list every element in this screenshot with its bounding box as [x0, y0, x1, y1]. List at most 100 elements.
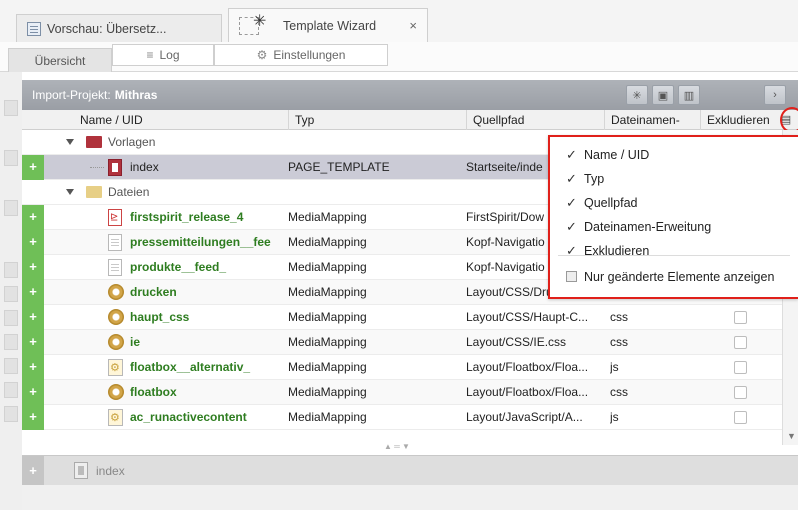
- gutter-icon: [4, 200, 18, 216]
- delete-button[interactable]: ▥: [678, 85, 700, 105]
- tab-log-label: Log: [159, 48, 180, 62]
- row-name: floatbox: [130, 385, 177, 399]
- menu-item-name-uid[interactable]: ✓ Name / UID: [550, 143, 798, 167]
- exclude-checkbox[interactable]: [734, 411, 747, 424]
- menu-item-ext[interactable]: ✓ Dateinamen-Erweitung: [550, 215, 798, 239]
- add-icon[interactable]: +: [22, 305, 44, 330]
- menu-item-label: Name / UID: [584, 148, 650, 162]
- template-icon: [108, 159, 122, 176]
- row-type: MediaMapping: [288, 210, 367, 224]
- table-row[interactable]: + haupt_css MediaMapping Layout/CSS/Haup…: [22, 305, 782, 330]
- scroll-down-icon[interactable]: ▼: [787, 431, 796, 441]
- close-tab-icon[interactable]: ×: [409, 18, 417, 33]
- exclude-checkbox[interactable]: [734, 386, 747, 399]
- css-file-icon: [108, 309, 124, 325]
- template-icon: [74, 462, 88, 479]
- column-ext[interactable]: Dateinamen-: [604, 110, 700, 130]
- checkbox-icon[interactable]: [566, 271, 577, 282]
- column-exclude[interactable]: Exkludieren: [700, 110, 780, 130]
- selection-bar: + index: [22, 455, 798, 486]
- row-source: Layout/JavaScript/A...: [466, 410, 583, 424]
- add-selected-icon[interactable]: +: [22, 456, 44, 486]
- table-row[interactable]: + floatbox MediaMapping Layout/Floatbox/…: [22, 380, 782, 405]
- menu-item-type[interactable]: ✓ Typ: [550, 167, 798, 191]
- exclude-checkbox[interactable]: [734, 311, 747, 324]
- add-icon[interactable]: +: [22, 280, 44, 305]
- row-name: Vorlagen: [108, 135, 156, 149]
- table-row[interactable]: + ac_runactivecontent MediaMapping Layou…: [22, 405, 782, 430]
- menu-item-exclude[interactable]: ✓ Exkludieren: [550, 239, 798, 263]
- exclude-checkbox[interactable]: [734, 361, 747, 374]
- table-row[interactable]: + floatbox__alternativ_ MediaMapping Lay…: [22, 355, 782, 380]
- wizard-subtabs: Übersicht ≡ Log ⚙ Einstellungen: [0, 42, 798, 72]
- gutter-icon: [4, 382, 18, 398]
- tab-settings[interactable]: ⚙ Einstellungen: [214, 44, 388, 66]
- gutter-icon: [4, 334, 18, 350]
- table-header: Name / UID Typ Quellpfad Dateinamen- Exk…: [22, 110, 798, 130]
- table-row[interactable]: + ie MediaMapping Layout/CSS/IE.css css: [22, 330, 782, 355]
- folder-icon: [86, 186, 102, 198]
- pdf-file-icon: [108, 209, 122, 226]
- wizard-button[interactable]: ✳: [626, 85, 648, 105]
- text-file-icon: [108, 259, 122, 276]
- tab-log[interactable]: ≡ Log: [112, 44, 214, 66]
- bottom-area: [22, 485, 798, 510]
- left-gutter: [0, 72, 22, 510]
- add-icon[interactable]: +: [22, 380, 44, 405]
- gutter-icon: [4, 150, 18, 166]
- row-ext: js: [610, 410, 619, 424]
- row-ext: js: [610, 360, 619, 374]
- row-ext: css: [610, 310, 628, 324]
- check-icon: ✓: [566, 147, 577, 162]
- gutter-icon: [4, 286, 18, 302]
- exclude-checkbox[interactable]: [734, 336, 747, 349]
- row-name: Dateien: [108, 185, 150, 199]
- row-name: haupt_css: [130, 310, 190, 324]
- add-icon[interactable]: +: [22, 230, 44, 255]
- column-type[interactable]: Typ: [288, 110, 466, 130]
- tab-template-wizard[interactable]: ✳ Template Wizard ×: [228, 8, 428, 42]
- row-name: index: [130, 160, 159, 174]
- menu-item-label: Quellpfad: [584, 196, 638, 210]
- add-icon[interactable]: +: [22, 255, 44, 280]
- menu-item-only-changed[interactable]: Nur geänderte Elemente anzeigen: [550, 265, 798, 289]
- collapse-icon[interactable]: [66, 139, 74, 145]
- row-source: Layout/CSS/IE.css: [466, 335, 567, 349]
- tab-overview[interactable]: Übersicht: [8, 48, 112, 72]
- row-type: MediaMapping: [288, 410, 367, 424]
- row-name: drucken: [130, 285, 177, 299]
- panel-header: Import-Projekt: Mithras ✳ ▣ ▥ ›: [22, 80, 798, 110]
- row-source: Layout/Floatbox/Floa...: [466, 360, 589, 374]
- add-icon[interactable]: +: [22, 355, 44, 380]
- gutter-icon: [4, 406, 18, 422]
- list-icon: ≡: [146, 48, 154, 62]
- tab-preview[interactable]: Vorschau: Übersetz...: [16, 14, 222, 42]
- row-type: MediaMapping: [288, 360, 367, 374]
- menu-item-source[interactable]: ✓ Quellpfad: [550, 191, 798, 215]
- add-icon[interactable]: +: [22, 330, 44, 355]
- row-source: Layout/Floatbox/Floa...: [466, 385, 589, 399]
- collapse-icon[interactable]: [66, 189, 74, 195]
- text-file-icon: [108, 234, 122, 251]
- row-source: Layout/CSS/Haupt-C...: [466, 310, 589, 324]
- add-icon[interactable]: +: [22, 405, 44, 430]
- magic-wand-icon: ✳: [239, 13, 273, 37]
- save-button[interactable]: ▣: [652, 85, 674, 105]
- document-icon: [27, 21, 41, 36]
- column-source[interactable]: Quellpfad: [466, 110, 604, 130]
- menu-item-label: Nur geänderte Elemente anzeigen: [584, 270, 775, 284]
- row-name: firstspirit_release_4: [130, 210, 244, 224]
- check-icon: ✓: [566, 171, 577, 186]
- gutter-icon: [4, 262, 18, 278]
- tree-line: [90, 167, 104, 168]
- column-name[interactable]: Name / UID: [44, 110, 288, 130]
- next-button[interactable]: ›: [764, 85, 786, 105]
- splitter-handle[interactable]: ▲ ═ ▼: [382, 443, 412, 451]
- menu-item-label: Dateinamen-Erweitung: [584, 220, 712, 234]
- gutter-icon: [4, 100, 18, 116]
- add-icon[interactable]: +: [22, 205, 44, 230]
- check-icon: ✓: [566, 243, 577, 258]
- row-type: MediaMapping: [288, 235, 367, 249]
- add-icon[interactable]: +: [22, 155, 44, 180]
- css-file-icon: [108, 284, 124, 300]
